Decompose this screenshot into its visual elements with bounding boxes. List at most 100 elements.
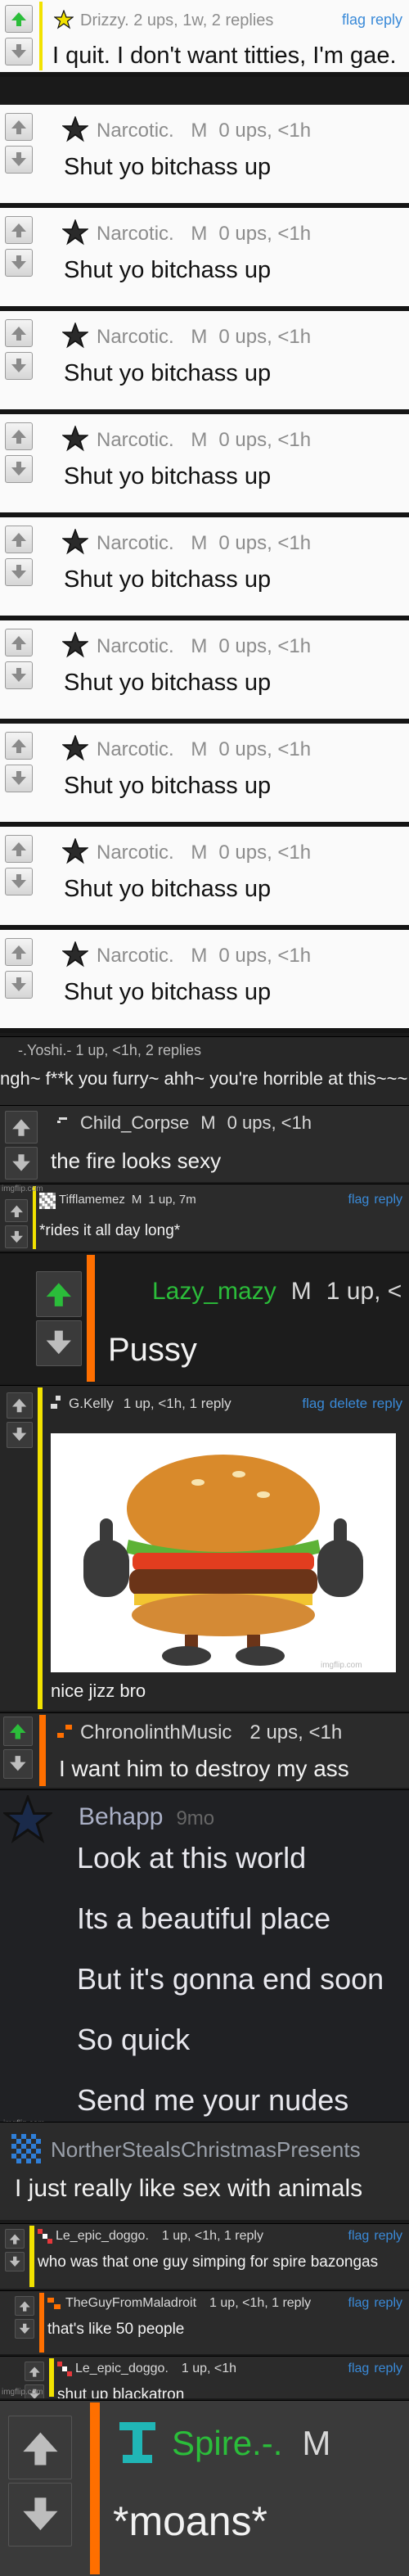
username[interactable]: Narcotic. (97, 326, 174, 348)
username[interactable]: Drizzy. (80, 11, 129, 29)
reply-link[interactable]: reply (374, 2296, 402, 2310)
reply-link[interactable]: reply (371, 11, 402, 28)
upvote-button[interactable] (5, 422, 33, 450)
upvote-button[interactable] (8, 2416, 72, 2479)
username[interactable]: Narcotic. (97, 635, 174, 657)
comment-time: 9mo (176, 1807, 215, 1829)
upvote-button[interactable] (5, 1199, 28, 1222)
downvote-button[interactable] (5, 2252, 25, 2271)
comment-meta: TheGuyFromMaladroit 1 up, <1h, 1 reply (65, 2296, 311, 2311)
username[interactable]: NortherStealsChristmasPresents (51, 2137, 361, 2162)
reply-link[interactable]: reply (374, 2229, 402, 2243)
username[interactable]: Narcotic. (97, 429, 174, 451)
username[interactable]: Narcotic. (97, 120, 174, 142)
username[interactable]: Narcotic. (97, 738, 174, 760)
upvote-button[interactable] (15, 2296, 34, 2316)
flag-link[interactable]: flag (348, 2229, 370, 2243)
downvote-button[interactable] (3, 1749, 33, 1779)
comment: Narcotic. M 0 ups, <1h Shut yo bitchass up (0, 311, 409, 414)
flag-link[interactable]: flag (348, 1193, 370, 1207)
thread-line (90, 2402, 100, 2574)
upvote-button[interactable] (5, 835, 33, 863)
comment-text: nice jizz bro (51, 1680, 146, 1701)
downvote-button[interactable] (15, 2319, 34, 2339)
username[interactable]: Tifflamemez (59, 1193, 125, 1207)
downvote-button[interactable] (5, 558, 33, 586)
username[interactable]: ChronolinthMusic (80, 1721, 231, 1744)
thread-line (39, 210, 43, 305)
vote-controls (7, 1392, 36, 1451)
behapp-avatar-icon (2, 1793, 54, 1848)
username[interactable]: Spire.-. (172, 2424, 282, 2462)
upvote-arrow-icon (29, 2366, 40, 2377)
upvote-button[interactable] (5, 2229, 25, 2249)
username[interactable]: G.Kelly (69, 1396, 114, 1411)
username[interactable]: Lazy_mazy (152, 1278, 276, 1305)
downvote-button[interactable] (5, 868, 33, 896)
upvote-button[interactable] (7, 1392, 33, 1419)
comment-meta: Drizzy. 2 ups, 1w, 2 replies (80, 11, 273, 30)
username[interactable]: Narcotic. (97, 532, 174, 554)
downvote-arrow-icon (11, 255, 26, 269)
upvote-button[interactable] (5, 216, 33, 244)
reply-link[interactable]: reply (374, 2362, 402, 2375)
downvote-arrow-icon (12, 1154, 30, 1171)
downvote-button[interactable] (7, 1422, 33, 1448)
delete-link[interactable]: delete (330, 1396, 367, 1411)
upvote-button[interactable] (36, 1271, 82, 1317)
upvote-button[interactable] (5, 629, 33, 656)
downvote-button[interactable] (5, 661, 33, 689)
downvote-button[interactable] (5, 1147, 38, 1180)
downvote-button[interactable] (5, 765, 33, 792)
star-badge-icon (53, 9, 74, 34)
comment-text: who was that one guy simping for spire b… (38, 2253, 379, 2271)
upvote-button[interactable] (5, 526, 33, 553)
downvote-button[interactable] (8, 2483, 72, 2547)
username[interactable]: Behapp (79, 1803, 163, 1830)
downvote-button[interactable] (36, 1320, 82, 1366)
upvote-button[interactable] (5, 319, 33, 347)
upvote-arrow-icon (46, 1283, 72, 1307)
comment: Narcotic. M 0 ups, <1h Shut yo bitchass up (0, 105, 409, 208)
upvote-button[interactable] (5, 732, 33, 760)
comment-text: Shut yo bitchass up (64, 979, 272, 1005)
chronolinth-avatar-icon (56, 1721, 75, 1744)
upvote-button[interactable] (5, 1111, 38, 1144)
thread-line (39, 313, 43, 408)
upvote-button[interactable] (5, 5, 33, 33)
tifflamemez-avatar-icon (39, 1193, 56, 1213)
flag-link[interactable]: flag (302, 1396, 324, 1411)
flag-link[interactable]: flag (348, 2296, 370, 2310)
downvote-arrow-icon (11, 462, 26, 476)
downvote-arrow-icon (9, 2256, 20, 2267)
flag-link[interactable]: flag (342, 11, 366, 28)
upvote-button[interactable] (5, 113, 33, 141)
downvote-button[interactable] (5, 1225, 28, 1248)
downvote-button[interactable] (5, 971, 33, 999)
username[interactable]: Narcotic. (97, 223, 174, 245)
flag-link[interactable]: flag (348, 2362, 370, 2375)
upvote-button[interactable] (25, 2362, 44, 2381)
thread-line (39, 622, 43, 717)
thread-line (33, 1186, 36, 1249)
upvote-button[interactable] (5, 938, 33, 966)
downvote-button[interactable] (5, 146, 33, 174)
reply-link[interactable]: reply (374, 1193, 402, 1207)
downvote-button[interactable] (5, 352, 33, 380)
username[interactable]: TheGuyFromMaladroit (65, 2296, 196, 2310)
downvote-button[interactable] (5, 249, 33, 277)
burger-mascot-image (51, 1433, 396, 1672)
comment-stats: 1 up, < (326, 1278, 402, 1305)
imgflip-watermark: imgflip.com (2, 1184, 43, 1193)
username[interactable]: Le_epic_doggo. (56, 2229, 149, 2243)
reply-link[interactable]: reply (372, 1396, 402, 1411)
comment-theguyfrommaladroit: TheGuyFromMaladroit 1 up, <1h, 1 reply fla… (0, 2290, 409, 2354)
username[interactable]: Child_Corpse (80, 1112, 189, 1133)
downvote-button[interactable] (5, 455, 33, 483)
comment-actions: flag reply (344, 2362, 402, 2376)
username[interactable]: Narcotic. (97, 841, 174, 864)
username[interactable]: Le_epic_doggo. (75, 2362, 169, 2375)
username[interactable]: Narcotic. (97, 945, 174, 967)
downvote-button[interactable] (5, 38, 33, 65)
upvote-button[interactable] (3, 1717, 33, 1746)
